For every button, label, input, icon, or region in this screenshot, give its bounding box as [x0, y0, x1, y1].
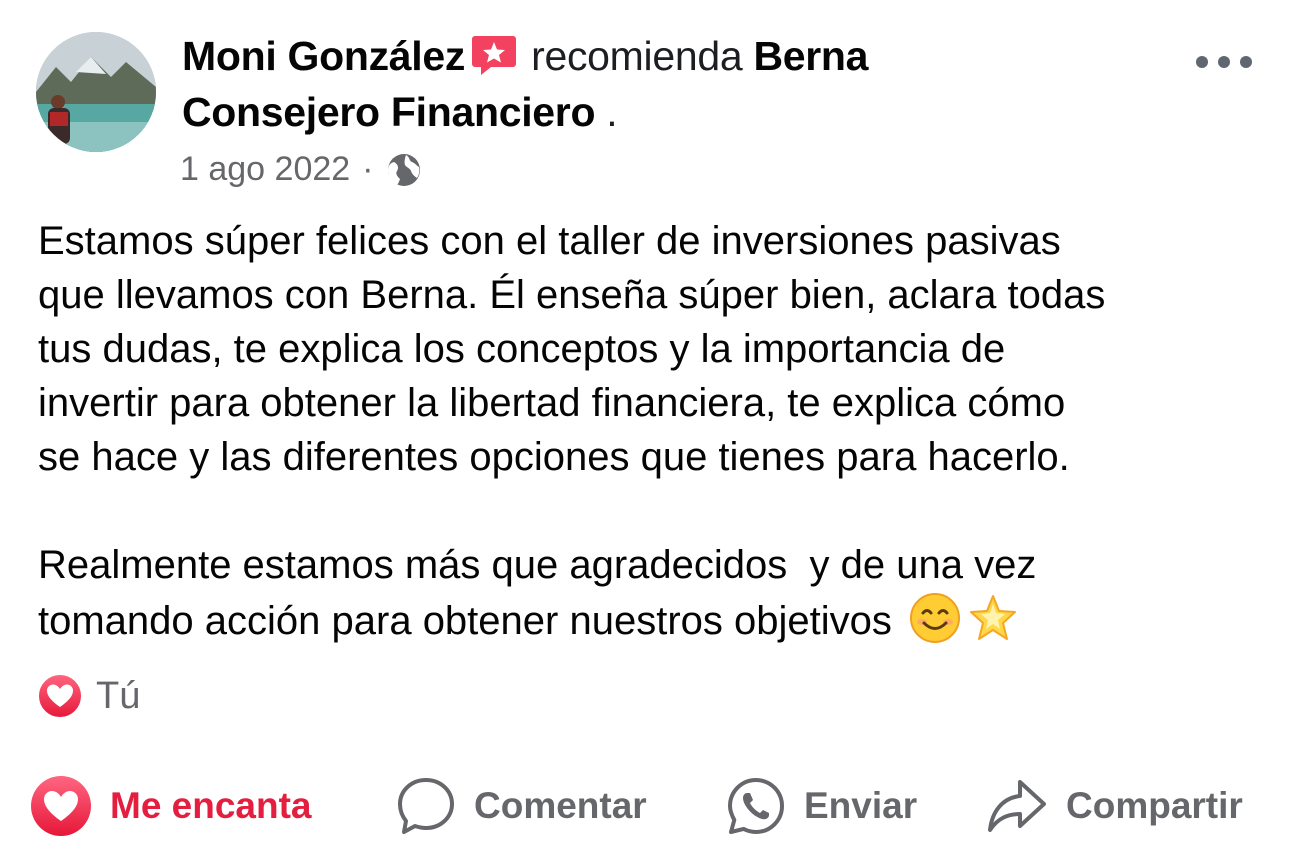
- send-button[interactable]: Enviar: [726, 766, 917, 846]
- comment-button[interactable]: Comentar: [396, 766, 647, 846]
- action-bar: Me encanta Comentar Enviar Compartir: [0, 766, 1290, 846]
- smiling-face-emoji-icon: [909, 592, 961, 644]
- author-name[interactable]: Moni González: [182, 33, 465, 79]
- post-date[interactable]: 1 ago 2022: [180, 150, 350, 189]
- dot-1: [1196, 56, 1208, 68]
- page-name-line1[interactable]: Berna: [753, 33, 868, 79]
- whatsapp-icon: [728, 778, 784, 834]
- glowing-star-emoji-icon: [967, 592, 1019, 644]
- send-label: Enviar: [804, 785, 918, 826]
- love-reaction-icon: [36, 672, 84, 720]
- recommendation-badge-icon: [471, 34, 517, 76]
- meta-separator: ·: [362, 150, 374, 188]
- love-reaction-button-icon: [31, 776, 91, 836]
- header-line-2: Consejero Financiero .: [182, 84, 1182, 140]
- more-options-icon[interactable]: [1196, 50, 1252, 74]
- paragraph-2-text: Realmente estamos más que agradecidos y …: [38, 543, 1037, 643]
- recommend-verb: recomienda: [531, 33, 743, 79]
- post-text-paragraph-1: Estamos súper felices con el taller de i…: [38, 219, 1106, 479]
- love-label: Me encanta: [110, 785, 312, 826]
- page-name-line2[interactable]: Consejero Financiero: [182, 89, 596, 135]
- share-arrow-icon: [988, 780, 1046, 832]
- dot-2: [1218, 56, 1230, 68]
- globe-icon: [386, 152, 422, 188]
- reaction-user: Tú: [96, 674, 141, 717]
- post-text-paragraph-2: Realmente estamos más que agradecidos y …: [38, 538, 1268, 648]
- dot-3: [1240, 56, 1252, 68]
- avatar-photo: [36, 32, 156, 152]
- comment-icon: [398, 778, 454, 834]
- post-header: Moni González recomienda Berna Consejero …: [182, 28, 1182, 140]
- reactions-summary[interactable]: Tú: [36, 672, 140, 720]
- comment-label: Comentar: [474, 785, 647, 826]
- share-label: Compartir: [1066, 785, 1243, 826]
- trailing-period: .: [595, 89, 618, 135]
- share-button[interactable]: Compartir: [986, 766, 1243, 846]
- post-meta: 1 ago 2022 ·: [180, 150, 422, 189]
- love-button[interactable]: Me encanta: [30, 766, 312, 846]
- author-avatar[interactable]: [36, 32, 156, 152]
- header-line-1: Moni González recomienda Berna: [182, 28, 1182, 84]
